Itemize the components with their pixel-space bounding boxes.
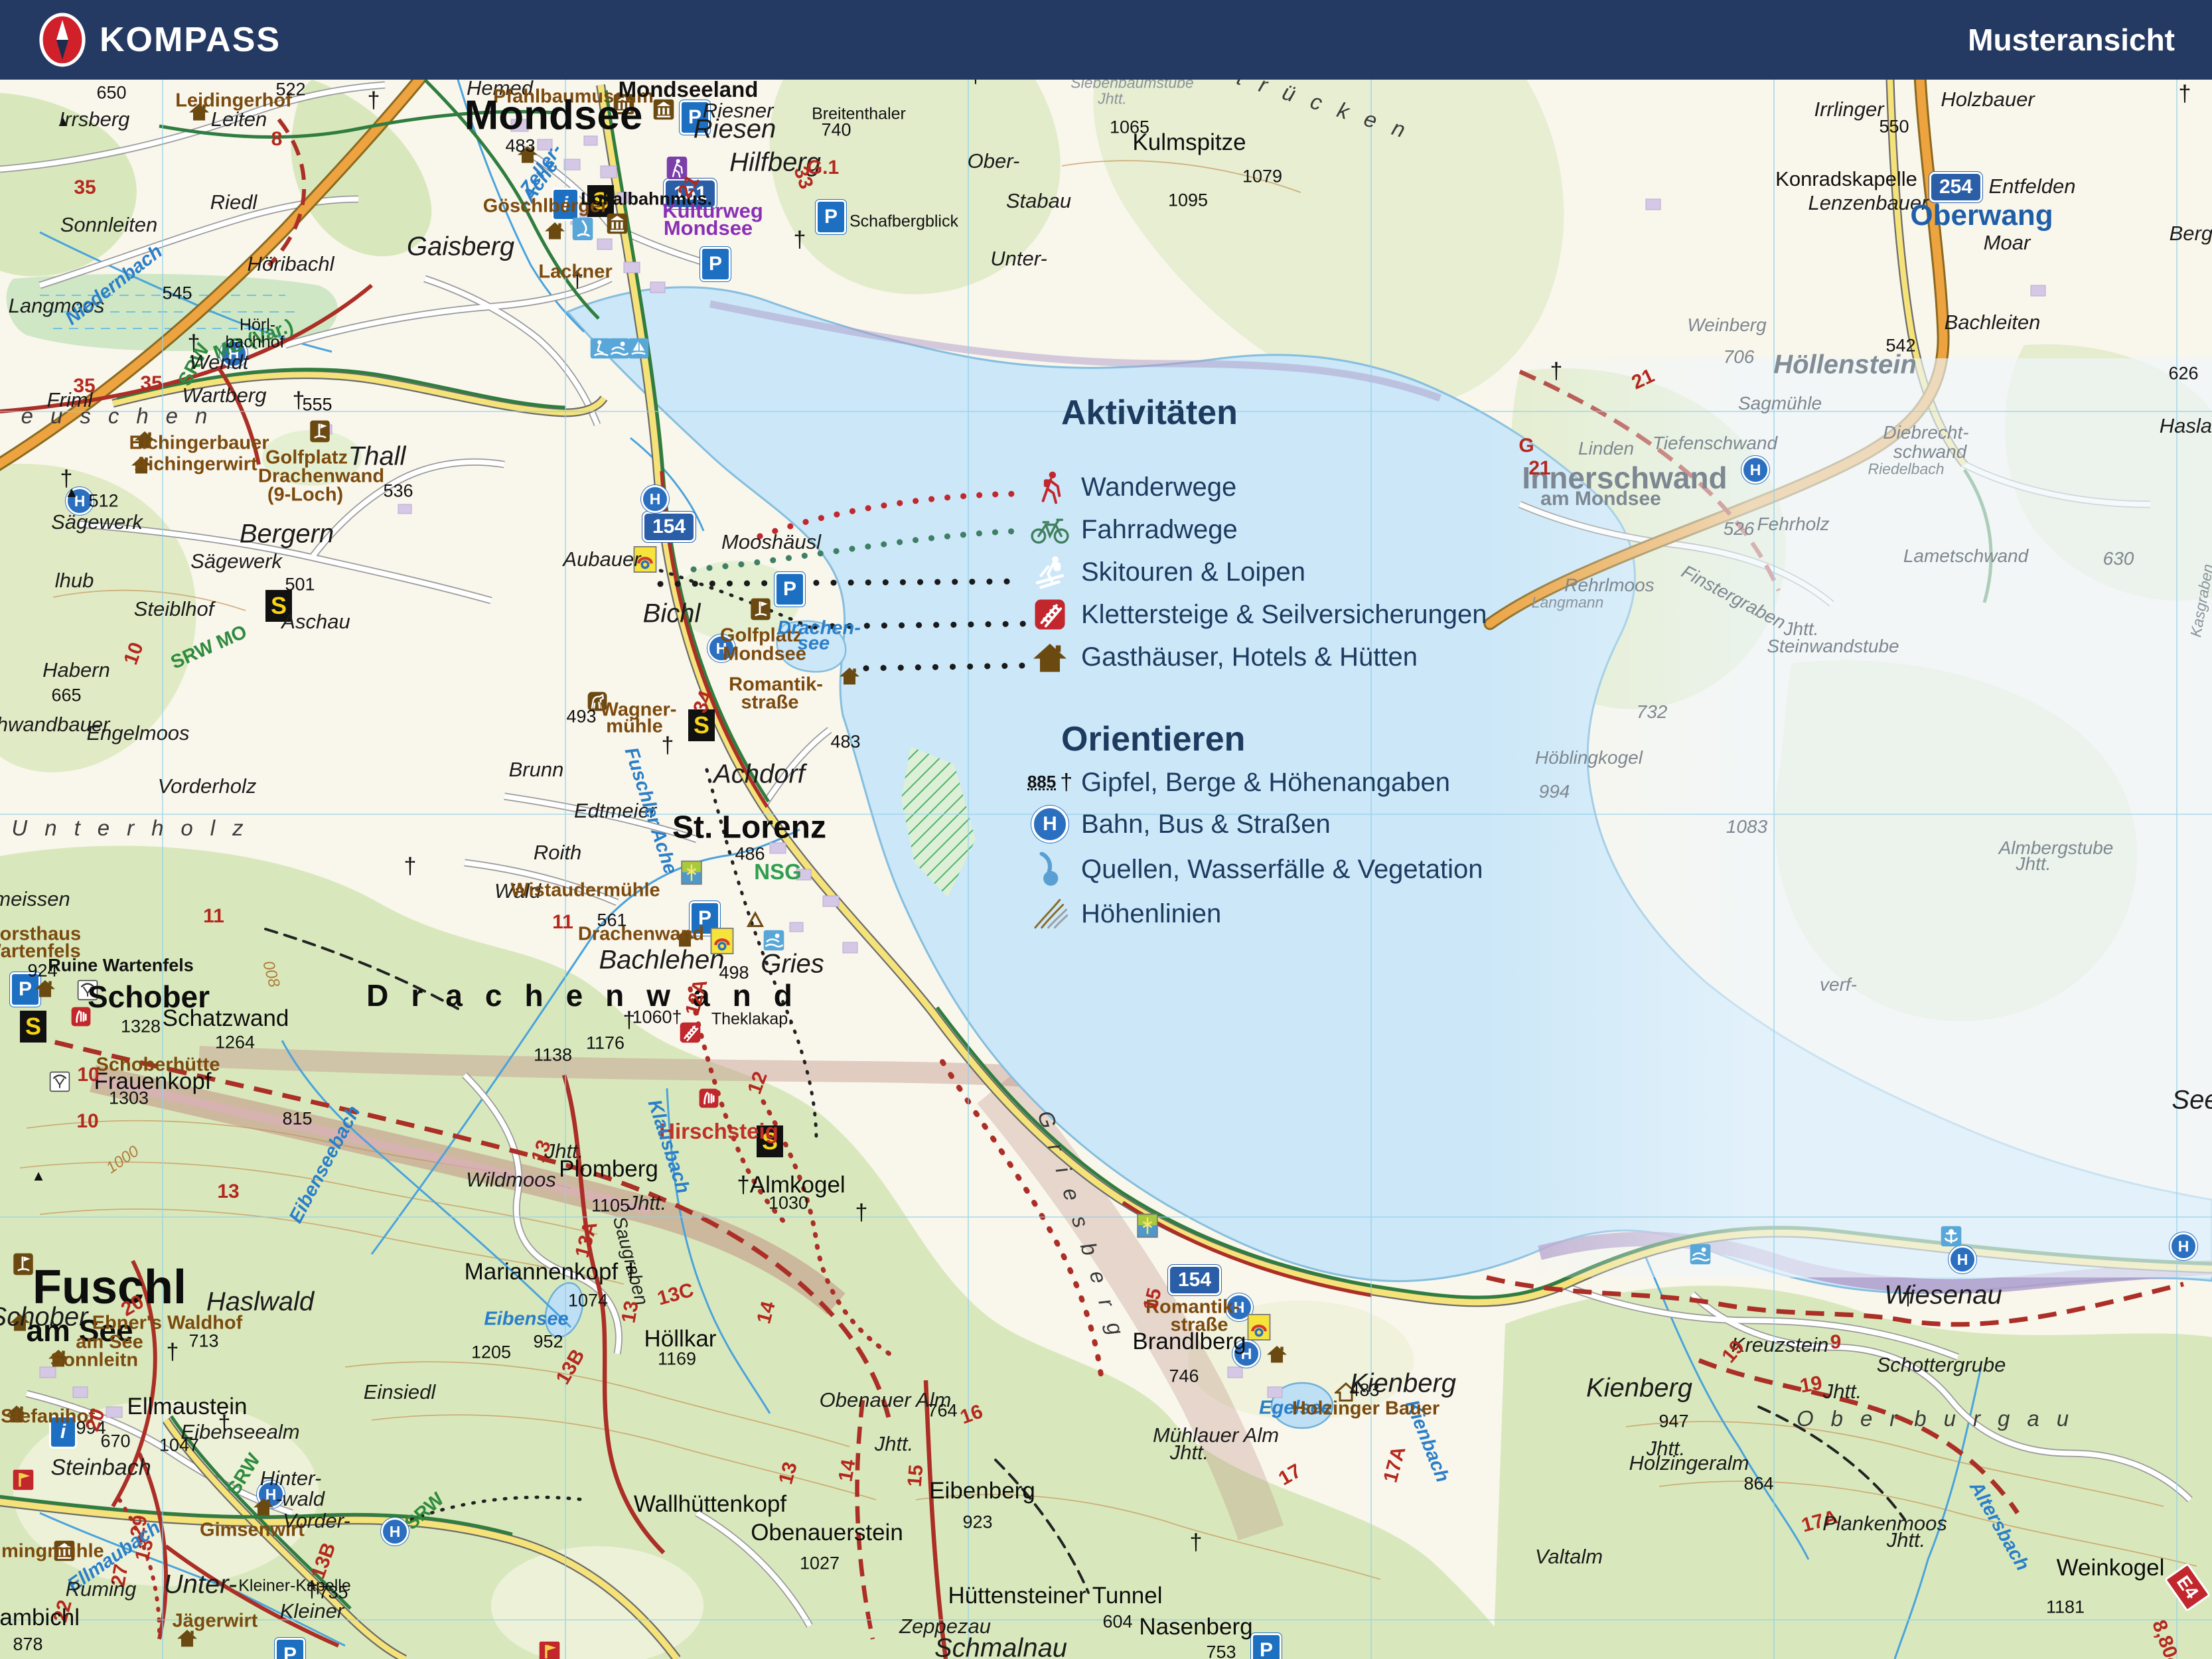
hiker-icon [1025, 470, 1074, 504]
page-title: Musteransicht [1968, 22, 2175, 58]
legend-item-quellen: Quellen, Wasserfälle & Vegetation [1025, 848, 1483, 891]
legend-item-label: Quellen, Wasserfälle & Vegetation [1081, 855, 1483, 885]
brand-name: KOMPASS [100, 20, 281, 60]
top-bar: KOMPASS Musteransicht [0, 0, 2212, 80]
legend-item-skitouren: Skitouren & Loipen [1025, 551, 1305, 593]
legend-activities-title: Aktivitäten [1061, 393, 1662, 433]
map-legend: Aktivitäten Wanderwege [1025, 393, 1662, 433]
legend-item-klettersteige: Klettersteige & Seilversicherungen [1025, 593, 1487, 636]
legend-item-gasthaeuser: Gasthäuser, Hotels & Hütten [1025, 636, 1418, 678]
skier-icon [1025, 554, 1074, 590]
legend-item-label: Wanderwege [1081, 472, 1236, 502]
legend-item-label: Gipfel, Berge & Höhenangaben [1081, 768, 1450, 798]
brand: KOMPASS [37, 12, 281, 68]
bike-icon [1025, 515, 1074, 544]
legend-orientation-title: Orientieren [1061, 719, 1245, 759]
legend-item-label: Gasthäuser, Hotels & Hütten [1081, 642, 1418, 672]
ladder-icon [1025, 598, 1074, 631]
legend-item-fahrradwege: Fahrradwege [1025, 508, 1238, 551]
map-canvas[interactable]: 151154154254E4PPPPPPPPSSSSSHHHHHHHHHHHii… [0, 0, 2212, 1659]
legend-item-gipfel: 885† Gipfel, Berge & Höhenangaben [1025, 761, 1450, 804]
legend-item-label: Fahrradwege [1081, 515, 1238, 545]
bus-stop-icon: H [1025, 806, 1074, 843]
legend-item-label: Klettersteige & Seilversicherungen [1081, 600, 1487, 630]
kompass-map-sample-page: KOMPASS Musteransicht [0, 0, 2212, 1659]
kompass-logo-icon [37, 12, 88, 68]
legend-item-wanderwege: Wanderwege [1025, 466, 1236, 508]
spring-icon [1025, 852, 1074, 887]
peak-elevation-icon: 885† [1025, 770, 1074, 796]
legend-item-label: Bahn, Bus & Straßen [1081, 810, 1331, 839]
legend-item-label: Höhenlinien [1081, 899, 1221, 929]
hut-icon [1025, 640, 1074, 674]
legend-item-bahn: H Bahn, Bus & Straßen [1025, 803, 1331, 845]
legend-item-hoehenlinien: Höhenlinien [1025, 893, 1221, 935]
legend-item-label: Skitouren & Loipen [1081, 557, 1305, 587]
contour-icon [1025, 898, 1074, 930]
